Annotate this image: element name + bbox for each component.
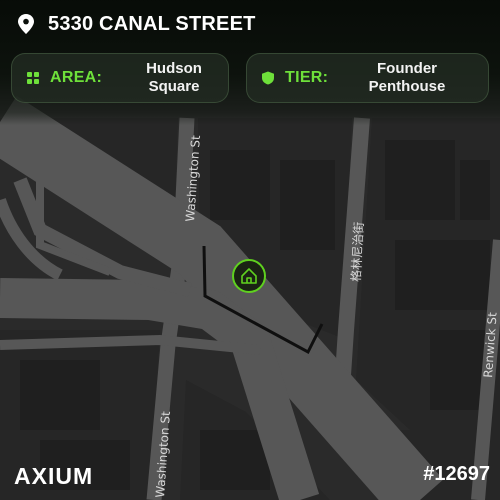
tier-value-line1: Founder [377,60,437,77]
tier-label: TIER: [285,69,329,86]
area-value-line2: Square [148,78,200,95]
address-header: 5330 CANAL STREET [18,11,256,37]
street-label-chinese: 格林尼治街 [348,221,366,282]
area-card: AREA: Hudson Square [11,53,229,103]
map-card: Washington St Washington St 格林尼治街 Renwic… [0,0,500,500]
area-label: AREA: [50,69,103,86]
area-value-line1: Hudson [146,60,202,77]
area-value: Hudson Square [122,60,226,96]
brand-logo-text: AXIUM [14,462,94,489]
grid-icon [27,72,39,84]
address-text: 5330 CANAL STREET [48,12,256,35]
location-pin-icon [18,14,34,34]
tier-card: TIER: Founder Penthouse [246,53,489,103]
tier-value-line2: Penthouse [368,78,446,95]
property-marker[interactable] [232,259,266,293]
shield-icon [262,71,274,85]
tier-value: Founder Penthouse [355,60,459,96]
brand-logo: AXIUM [14,462,94,489]
token-id: #12697 [423,463,490,485]
